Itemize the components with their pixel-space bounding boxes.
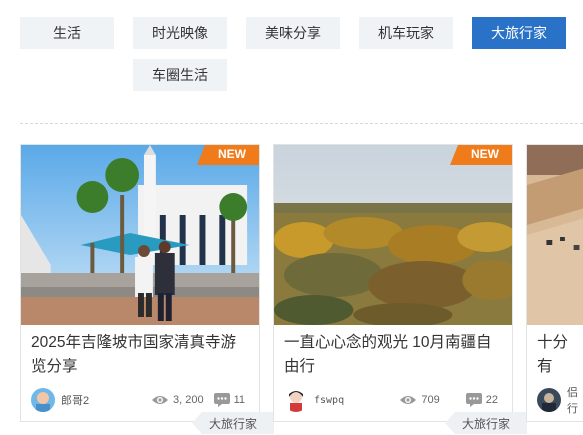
author-avatar[interactable]	[31, 388, 55, 412]
tab-motor-players[interactable]: 机车玩家	[359, 17, 453, 49]
tab-life[interactable]: 生活	[20, 17, 114, 49]
article-photo-desert[interactable]	[527, 145, 583, 325]
article-title[interactable]: 一直心心念的观光 10月南疆自由行	[284, 331, 504, 379]
comments-stat: 11	[213, 393, 245, 407]
author-name[interactable]: fswpq	[314, 395, 389, 406]
section-divider	[20, 123, 583, 124]
tab-time-images[interactable]: 时光映像	[133, 17, 227, 49]
tab-travelers[interactable]: 大旅行家	[472, 17, 566, 49]
article-photo-mosque[interactable]: NEW	[21, 145, 259, 325]
new-badge: NEW	[450, 145, 512, 165]
article-meta: fswpq 709 22	[284, 387, 498, 413]
author-avatar[interactable]	[537, 388, 561, 412]
new-badge: NEW	[197, 145, 259, 165]
category-tag[interactable]: 大旅行家	[445, 412, 527, 434]
article-title[interactable]: 十分有G219	[537, 331, 577, 379]
article-title[interactable]: 2025年吉隆坡市国家清真寺游览分享	[31, 331, 251, 379]
article-meta: 郎哥2 3, 200 11	[31, 387, 245, 413]
comment-icon	[465, 393, 482, 407]
comments-count: 22	[485, 394, 498, 406]
author-avatar[interactable]	[284, 388, 308, 412]
article-card[interactable]: 十分有G219 侣行	[526, 144, 583, 422]
category-tag[interactable]: 大旅行家	[192, 412, 274, 434]
eye-icon	[400, 396, 417, 404]
article-card[interactable]: NEW 一直心心念的观光 10月南疆自由行 fswpq 709 22	[273, 144, 513, 422]
comments-stat: 22	[465, 393, 498, 407]
views-stat: 709	[399, 394, 440, 406]
author-name[interactable]: 侣行	[567, 384, 581, 416]
views-count: 3, 200	[172, 394, 204, 406]
article-meta: 侣行	[537, 384, 581, 416]
comment-icon	[213, 393, 230, 407]
eye-icon	[151, 396, 168, 404]
tab-food-sharing[interactable]: 美味分享	[246, 17, 340, 49]
article-card[interactable]: NEW 2025年吉隆坡市国家清真寺游览分享 郎哥2 3, 200 11	[20, 144, 260, 422]
views-count: 709	[421, 394, 440, 406]
tab-car-life[interactable]: 车圈生活	[133, 59, 227, 91]
comments-count: 11	[233, 394, 245, 406]
article-photo-poplar-forest[interactable]: NEW	[274, 145, 512, 325]
author-name[interactable]: 郎哥2	[61, 392, 141, 408]
views-stat: 3, 200	[151, 394, 204, 406]
